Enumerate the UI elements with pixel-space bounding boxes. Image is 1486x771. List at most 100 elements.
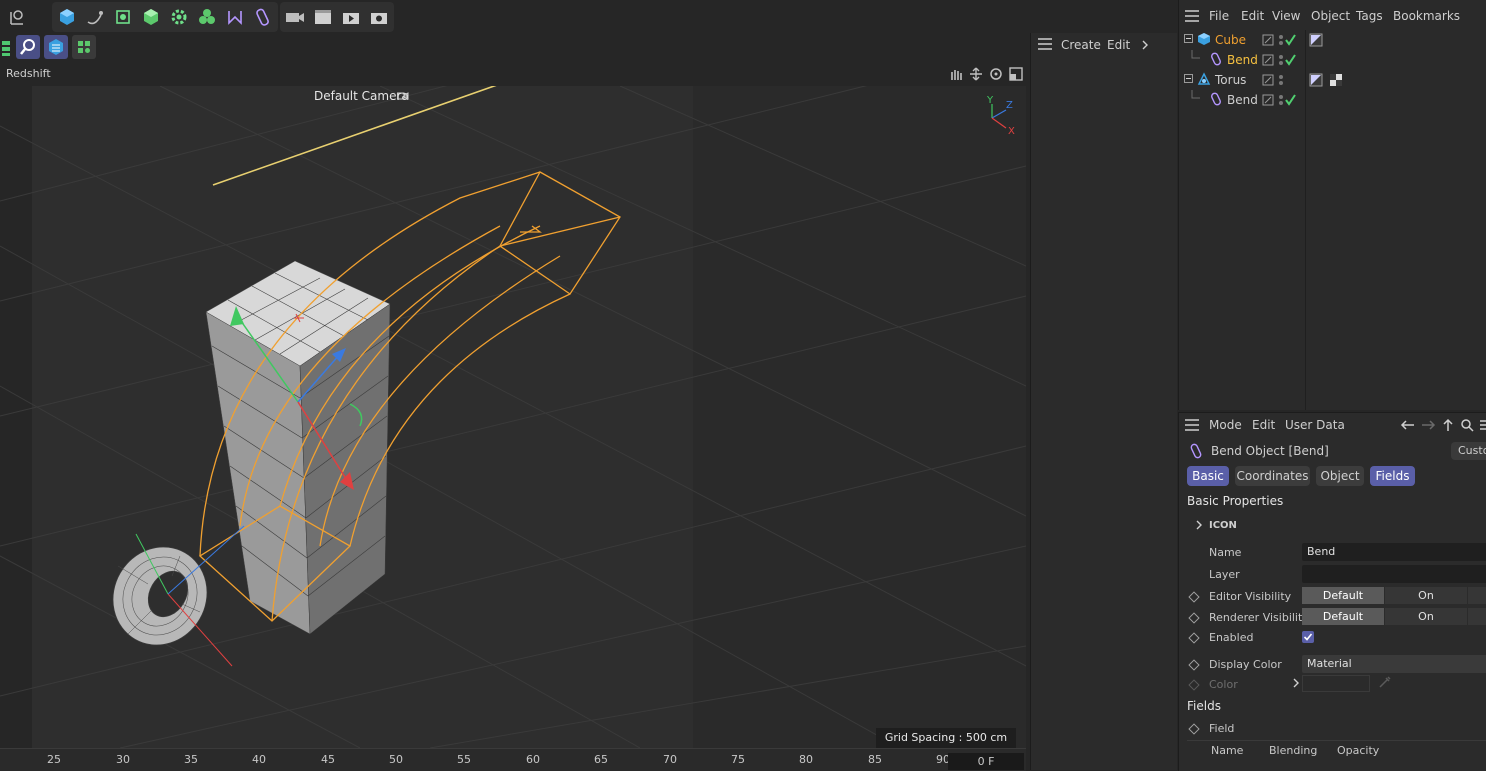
material-tag-icon[interactable] xyxy=(1329,73,1343,87)
scene-render[interactable] xyxy=(0,86,1026,748)
menu-bookmarks[interactable]: Bookmarks xyxy=(1393,9,1460,23)
phong-tag-icon[interactable] xyxy=(1309,33,1323,47)
menu-tags[interactable]: Tags xyxy=(1356,9,1383,23)
clapboard-icon[interactable] xyxy=(311,5,335,29)
renderer-visibility-off[interactable] xyxy=(1468,608,1486,625)
object-row-bend[interactable]: Bend xyxy=(1180,50,1486,70)
timeline-tick: 80 xyxy=(799,753,813,766)
name-label: Name xyxy=(1209,546,1242,559)
fields-list-border xyxy=(1187,740,1486,741)
object-row-torus[interactable]: Torus xyxy=(1180,70,1486,90)
custom-dropdown[interactable]: Custo xyxy=(1451,442,1486,460)
renderer-visibility-label: Renderer Visibility xyxy=(1209,611,1309,624)
tree-line xyxy=(1191,50,1200,59)
cube-primitive-icon[interactable] xyxy=(55,5,79,29)
tab-fields[interactable]: Fields xyxy=(1370,466,1415,486)
tab-object[interactable]: Object xyxy=(1316,466,1364,486)
menu-view[interactable]: View xyxy=(1272,9,1300,23)
phong-tag-icon[interactable] xyxy=(1309,73,1323,87)
tab-coordinates[interactable]: Coordinates xyxy=(1235,466,1310,486)
secondary-toolbar xyxy=(0,34,1030,60)
menu-edit[interactable]: Edit xyxy=(1107,38,1130,52)
hamburger-menu-icon[interactable] xyxy=(1185,419,1199,431)
renderer-label[interactable]: Redshift xyxy=(6,67,51,80)
camera-icon[interactable] xyxy=(283,5,307,29)
editor-visibility-label: Editor Visibility xyxy=(1209,590,1292,603)
magnifier-icon[interactable] xyxy=(16,35,40,59)
collapse-icon[interactable] xyxy=(1184,74,1194,84)
timeline-tick: 50 xyxy=(389,753,403,766)
hamburger-menu-icon[interactable] xyxy=(1038,38,1052,50)
filter-icon xyxy=(1480,420,1486,430)
display-color-dropdown[interactable]: Material xyxy=(1302,655,1486,673)
subdivision-icon[interactable] xyxy=(139,5,163,29)
display-color-label: Display Color xyxy=(1209,658,1282,671)
menu-user-data[interactable]: User Data xyxy=(1285,418,1345,432)
fields-column-name[interactable]: Name xyxy=(1211,744,1243,757)
section-fields: Fields xyxy=(1187,699,1221,713)
deformer-icon[interactable] xyxy=(223,5,247,29)
collapse-icon[interactable] xyxy=(1184,34,1194,44)
enabled-checkbox[interactable] xyxy=(1302,631,1314,643)
renderer-visibility-on[interactable]: On xyxy=(1385,608,1467,625)
menu-object[interactable]: Object xyxy=(1311,9,1350,23)
grid-layout-icon[interactable] xyxy=(72,35,96,59)
visibility-toggles[interactable] xyxy=(1262,33,1296,47)
menu-file[interactable]: File xyxy=(1209,9,1229,23)
render-view-icon[interactable] xyxy=(339,5,363,29)
layer-field[interactable] xyxy=(1302,565,1486,583)
color-swatch xyxy=(1302,675,1370,692)
visibility-toggles[interactable] xyxy=(1262,93,1296,107)
move-arrows-icon xyxy=(970,67,982,81)
timeline-tick: 45 xyxy=(321,753,335,766)
tab-basic[interactable]: Basic xyxy=(1187,466,1229,486)
camera-small-icon[interactable] xyxy=(397,91,409,101)
timeline-tick: 55 xyxy=(457,753,471,766)
object-row-bend[interactable]: Bend xyxy=(1180,90,1486,110)
viewport-header xyxy=(0,63,1026,85)
object-name[interactable]: Bend xyxy=(1227,53,1258,67)
chevron-right-icon[interactable] xyxy=(1292,678,1300,688)
timeline-ruler[interactable]: 25 30 35 40 45 50 55 60 65 70 75 80 85 9… xyxy=(0,748,1026,771)
menu-mode[interactable]: Mode xyxy=(1209,418,1242,432)
chevron-right-icon[interactable] xyxy=(1195,520,1203,530)
tree-line xyxy=(1191,90,1200,99)
menu-edit[interactable]: Edit xyxy=(1252,418,1275,432)
name-field[interactable]: Bend xyxy=(1302,543,1486,561)
search-icon xyxy=(1461,419,1474,432)
object-name[interactable]: Cube xyxy=(1215,33,1246,47)
icon-group-label[interactable]: ICON xyxy=(1209,520,1237,531)
pan-hand-icon xyxy=(951,70,962,80)
render-settings-icon[interactable] xyxy=(367,5,391,29)
generator-icon[interactable] xyxy=(111,5,135,29)
editor-visibility-default[interactable]: Default xyxy=(1302,587,1384,604)
bend-deformer-icon[interactable] xyxy=(251,5,275,29)
renderer-visibility-default[interactable]: Default xyxy=(1302,608,1384,625)
field-label: Field xyxy=(1209,722,1235,735)
cloner-gear-icon[interactable] xyxy=(167,5,191,29)
mograph-icon[interactable] xyxy=(195,5,219,29)
object-row-cube[interactable]: Cube xyxy=(1180,30,1486,50)
menu-edit[interactable]: Edit xyxy=(1241,9,1264,23)
menu-create[interactable]: Create xyxy=(1061,38,1101,52)
spline-pen-icon[interactable] xyxy=(83,5,107,29)
camera-label[interactable]: Default Camera xyxy=(314,89,409,103)
coordinate-system-icon[interactable] xyxy=(6,5,30,29)
visibility-toggles[interactable] xyxy=(1262,53,1296,67)
editor-visibility-off[interactable] xyxy=(1468,587,1486,604)
3d-viewport[interactable] xyxy=(0,86,1026,748)
render-region-icon[interactable] xyxy=(44,35,68,59)
fields-column-blending[interactable]: Blending xyxy=(1269,744,1317,757)
hamburger-menu-icon[interactable] xyxy=(1185,10,1199,22)
timeline-tick: 25 xyxy=(47,753,61,766)
eyedropper-icon xyxy=(1378,675,1392,689)
timeline-tick: 85 xyxy=(868,753,882,766)
visibility-toggles[interactable] xyxy=(1262,73,1296,87)
object-name[interactable]: Bend xyxy=(1227,93,1258,107)
object-name[interactable]: Torus xyxy=(1215,73,1246,87)
current-frame-field[interactable]: 0 F xyxy=(948,753,1024,770)
enabled-label: Enabled xyxy=(1209,631,1254,644)
fields-column-opacity[interactable]: Opacity xyxy=(1337,744,1379,757)
chevron-right-icon[interactable] xyxy=(1141,40,1149,50)
editor-visibility-on[interactable]: On xyxy=(1385,587,1467,604)
